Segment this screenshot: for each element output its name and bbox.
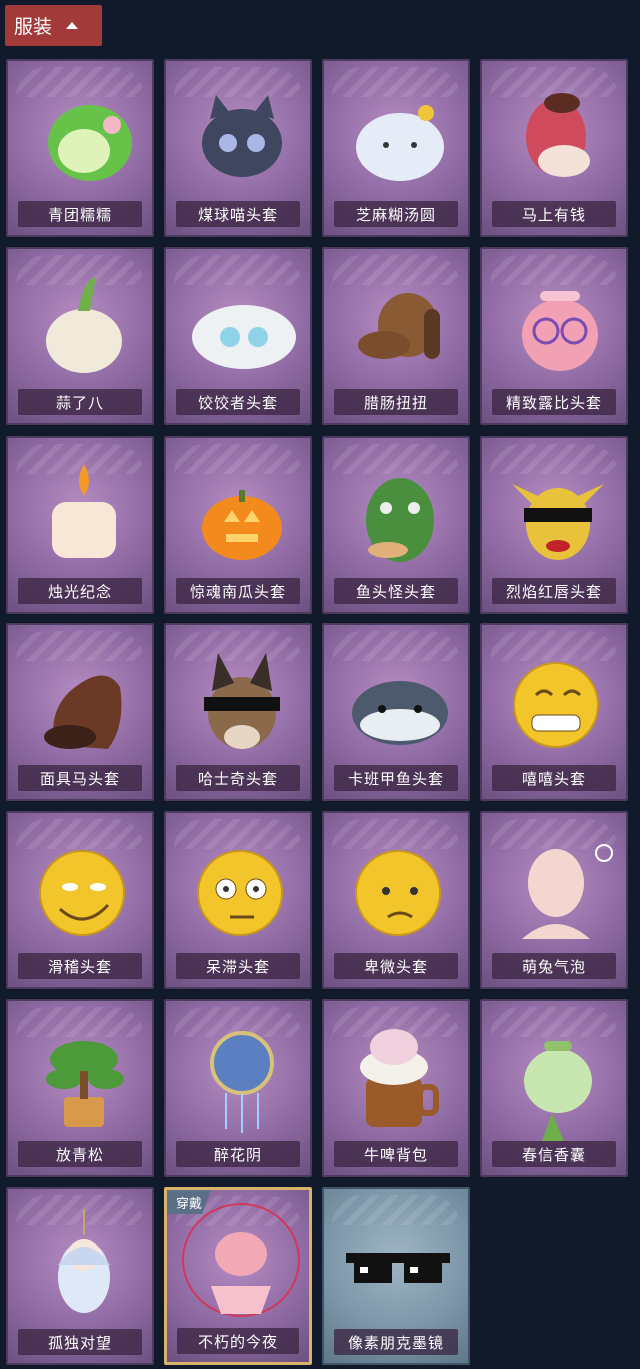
costume-item-name: 哈士奇头套 (176, 765, 300, 791)
costume-item-name: 孤独对望 (18, 1329, 142, 1355)
costume-item-card[interactable]: 滑稽头套 (6, 811, 154, 989)
dazed-emoji-mask-icon (166, 813, 310, 963)
costume-item-name: 饺饺者头套 (176, 389, 300, 415)
costume-item-name: 醉花阴 (176, 1141, 300, 1167)
cow-beer-backpack-icon (324, 1001, 468, 1151)
costume-item-card[interactable]: 萌兔气泡 (480, 811, 628, 989)
costume-item-name: 蒜了八 (18, 389, 142, 415)
costume-item-card[interactable]: 放青松 (6, 999, 154, 1177)
costume-item-name: 精致露比头套 (492, 389, 616, 415)
costume-item-name: 青团糯糯 (18, 201, 142, 227)
costume-item-card[interactable]: 青团糯糯 (6, 59, 154, 237)
costume-item-card[interactable]: 蒜了八 (6, 247, 154, 425)
costume-item-name: 惊魂南瓜头套 (176, 578, 300, 604)
costume-item-card[interactable]: 精致露比头套 (480, 247, 628, 425)
black-cat-mask-icon (166, 61, 310, 211)
costume-item-card[interactable]: 春信香囊 (480, 999, 628, 1177)
rice-ball-icon (324, 61, 468, 211)
pleading-emoji-mask-icon (324, 813, 468, 963)
costume-item-name: 春信香囊 (492, 1141, 616, 1167)
costume-item-card[interactable]: 鱼头怪头套 (322, 436, 470, 614)
flower-ornament-icon (166, 1001, 310, 1151)
pixel-sunglasses-icon (324, 1189, 468, 1339)
costume-item-name: 萌兔气泡 (492, 953, 616, 979)
grin-emoji-mask-icon (482, 625, 626, 775)
costume-item-card[interactable]: 马上有钱 (480, 59, 628, 237)
costume-item-card[interactable]: 煤球喵头套 (164, 59, 312, 237)
costume-item-name: 牛啤背包 (334, 1141, 458, 1167)
green-sachet-icon (482, 1001, 626, 1151)
costume-item-card[interactable]: 醉花阴 (164, 999, 312, 1177)
costume-item-card[interactable]: 烛光纪念 (6, 436, 154, 614)
turtle-mask-icon (324, 625, 468, 775)
costume-item-name: 芝麻糊汤圆 (334, 201, 458, 227)
costume-item-name: 烈焰红唇头套 (492, 578, 616, 604)
garlic-icon (8, 249, 152, 399)
costume-item-card[interactable]: 芝麻糊汤圆 (322, 59, 470, 237)
costume-item-name: 马上有钱 (492, 201, 616, 227)
costume-item-name: 煤球喵头套 (176, 201, 300, 227)
costume-item-card[interactable]: 烈焰红唇头套 (480, 436, 628, 614)
dumpling-mask-icon (166, 249, 310, 399)
pine-bonsai-icon (8, 1001, 152, 1151)
costume-item-name: 不朽的今夜 (177, 1328, 299, 1354)
costume-item-card[interactable]: 像素朋克墨镜 (322, 1187, 470, 1365)
costume-item-name: 呆滞头套 (176, 953, 300, 979)
costume-item-name: 面具马头套 (18, 765, 142, 791)
costume-item-card[interactable]: 孤独对望 (6, 1187, 154, 1365)
costume-item-name: 卡班甲鱼头套 (334, 765, 458, 791)
green-dumpling-icon (8, 61, 152, 211)
costume-item-card[interactable]: 嘻嘻头套 (480, 623, 628, 801)
pink-beaver-mask-icon (482, 249, 626, 399)
costume-item-card[interactable]: 饺饺者头套 (164, 247, 312, 425)
dachshund-mask-icon (324, 249, 468, 399)
charm-figure-icon (8, 1189, 152, 1339)
red-horse-mask-icon (482, 61, 626, 211)
costume-item-card[interactable]: 面具马头套 (6, 623, 154, 801)
costume-grid: 青团糯糯 煤球喵头套 芝麻糊汤圆 马上有钱蒜了八 饺饺者头套 腊肠扭扭 精致露比头套烛光纪念… (0, 0, 640, 1369)
costume-item-name: 鱼头怪头套 (334, 578, 458, 604)
candle-icon (8, 438, 152, 588)
bubble-head-icon (482, 813, 626, 963)
costume-item-card[interactable]: 惊魂南瓜头套 (164, 436, 312, 614)
costume-item-card[interactable]: 穿戴 不朽的今夜 (164, 1187, 312, 1365)
costume-item-name: 烛光纪念 (18, 578, 142, 604)
costume-item-name: 嘻嘻头套 (492, 765, 616, 791)
costume-item-name: 放青松 (18, 1141, 142, 1167)
costume-item-name: 像素朋克墨镜 (334, 1329, 458, 1355)
costume-item-card[interactable]: 牛啤背包 (322, 999, 470, 1177)
costume-item-card[interactable]: 哈士奇头套 (164, 623, 312, 801)
husky-mask-icon (166, 625, 310, 775)
costume-item-card[interactable]: 卑微头套 (322, 811, 470, 989)
smirk-emoji-mask-icon (8, 813, 152, 963)
pumpkin-mask-icon (166, 438, 310, 588)
costume-item-name: 滑稽头套 (18, 953, 142, 979)
costume-item-name: 腊肠扭扭 (334, 389, 458, 415)
costume-item-card[interactable]: 腊肠扭扭 (322, 247, 470, 425)
fish-head-mask-icon (324, 438, 468, 588)
costume-item-card[interactable]: 呆滞头套 (164, 811, 312, 989)
costume-item-name: 卑微头套 (334, 953, 458, 979)
costume-item-card[interactable]: 卡班甲鱼头套 (322, 623, 470, 801)
horse-mask-icon (8, 625, 152, 775)
yellow-mask-sunglasses-icon (482, 438, 626, 588)
